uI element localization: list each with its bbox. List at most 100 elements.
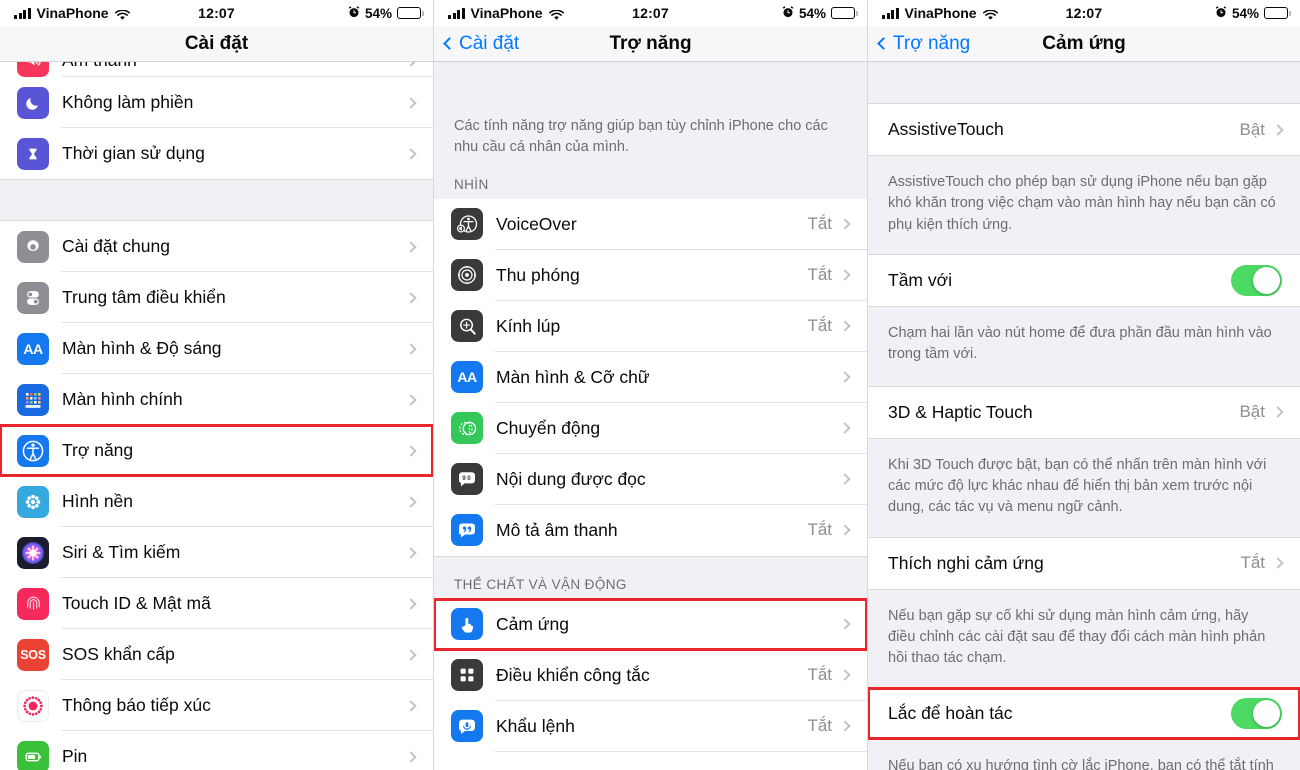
chevron-right-icon bbox=[1272, 557, 1284, 569]
list-item-trung-tam-dieu-khien[interactable]: Trung tâm điều khiển bbox=[0, 272, 433, 323]
settings-list-2[interactable]: Các tính năng trợ năng giúp bạn tùy chỉn… bbox=[434, 62, 867, 770]
chevron-right-icon bbox=[839, 720, 851, 732]
list-item-khau-lenh[interactable]: Khẩu lệnh Tắt bbox=[434, 700, 867, 752]
list-item-label: Chuyển động bbox=[496, 417, 601, 438]
alarm-clock-icon bbox=[782, 5, 794, 21]
list-item-lac-de-hoan-tac[interactable]: Lắc để hoàn tác bbox=[868, 687, 1300, 741]
chevron-right-icon bbox=[1272, 406, 1284, 418]
chevron-right-icon bbox=[839, 371, 851, 383]
list-item-man-hinh-co-chu[interactable]: AA Màn hình & Cỡ chữ bbox=[434, 351, 867, 403]
list-item-sos-khan-cap[interactable]: SOS SOS khẩn cấp bbox=[0, 629, 433, 680]
list-item-cai-dat-chung[interactable]: Cài đặt chung bbox=[0, 221, 433, 272]
phone-screen-settings: VinaPhone 12:07 54% Cài đặt Không làm ph… bbox=[0, 0, 434, 770]
chevron-left-icon bbox=[877, 37, 890, 50]
sos-icon: SOS bbox=[17, 638, 49, 671]
chevron-right-icon bbox=[405, 393, 417, 406]
list-item-tam-voi[interactable]: Tầm với bbox=[868, 254, 1300, 306]
status-bar-right-2: 54% bbox=[782, 5, 858, 21]
list-item-label: Nội dung được đọc bbox=[496, 468, 646, 489]
list-item-value: Tắt bbox=[807, 265, 832, 285]
list-item-man-hinh-chinh[interactable]: Màn hình chính bbox=[0, 374, 433, 425]
magnifier-icon bbox=[451, 310, 483, 343]
list-item-value: Tắt bbox=[807, 316, 832, 336]
list-item-assistivetouch[interactable]: AssistiveTouch Bật bbox=[868, 104, 1300, 155]
touch-hand-icon bbox=[451, 608, 483, 641]
list-item-am-thanh[interactable]: Âm thanh bbox=[0, 62, 433, 77]
chevron-right-icon bbox=[405, 62, 417, 67]
list-item-siri-tim-kiem[interactable]: Siri & Tìm kiếm bbox=[0, 527, 433, 578]
siri-icon bbox=[17, 536, 49, 569]
chevron-right-icon bbox=[839, 320, 851, 332]
list-item-thu-phong[interactable]: Thu phóng Tắt bbox=[434, 249, 867, 301]
note-3d-haptic-touch: Khi 3D Touch được bật, bạn có thể nhấn t… bbox=[868, 438, 1300, 537]
list-item-man-hinh-do-sang[interactable]: AA Màn hình & Độ sáng bbox=[0, 323, 433, 374]
list-item-thich-nghi-cam-ung[interactable]: Thích nghi cảm ứng Tắt bbox=[868, 537, 1300, 589]
list-item-chuyen-dong[interactable]: Chuyển động bbox=[434, 402, 867, 454]
chevron-left-icon bbox=[443, 37, 456, 50]
motion-icon bbox=[451, 412, 483, 445]
status-bar-right-3: 54% bbox=[1215, 5, 1291, 21]
home-screen-grid-icon bbox=[17, 383, 49, 416]
list-item-kinh-lup[interactable]: Kính lúp Tắt bbox=[434, 300, 867, 352]
status-bar-3: VinaPhone 12:07 54% bbox=[868, 0, 1300, 26]
back-button[interactable]: Cài đặt bbox=[434, 33, 519, 55]
list-item-value: Tắt bbox=[1240, 553, 1265, 572]
list-item-tro-nang[interactable]: Trợ năng bbox=[0, 424, 433, 477]
chevron-right-icon bbox=[405, 699, 417, 712]
battery-icon bbox=[831, 7, 858, 19]
chevron-right-icon bbox=[839, 218, 851, 230]
back-button-label: Cài đặt bbox=[459, 32, 520, 54]
list-item-voiceover[interactable]: VoiceOver Tắt bbox=[434, 198, 867, 250]
settings-list-1[interactable]: Âm thanh Không làm phiền Thời gian sử dụ… bbox=[0, 62, 433, 770]
list-item-touch-id-mat-ma[interactable]: Touch ID & Mật mã bbox=[0, 578, 433, 629]
phone-screen-accessibility: VinaPhone 12:07 54% Cài đặt Trợ năng Các… bbox=[434, 0, 868, 770]
display-brightness-aa-icon: AA bbox=[17, 332, 49, 365]
list-item-cam-ung[interactable]: Cảm ứng bbox=[434, 597, 867, 651]
list-item-hinh-nen[interactable]: Hình nền bbox=[0, 476, 433, 527]
list-item-thong-bao-tiep-xuc[interactable]: Thông báo tiếp xúc bbox=[0, 680, 433, 731]
intro-description: Các tính năng trợ năng giúp bạn tùy chỉn… bbox=[434, 102, 867, 175]
gear-icon bbox=[17, 230, 49, 263]
list-item-value: Bật bbox=[1239, 402, 1265, 422]
list-item-label: Kính lúp bbox=[496, 315, 561, 336]
list-item-label: Cài đặt chung bbox=[62, 236, 170, 256]
list-item-label: Điều khiển công tắc bbox=[496, 664, 650, 685]
back-button[interactable]: Trợ năng bbox=[868, 33, 970, 55]
list-item-label: Thời gian sử dụng bbox=[62, 143, 205, 163]
page-title: Cài đặt bbox=[184, 32, 249, 54]
list-item-pin[interactable]: Pin bbox=[0, 731, 433, 770]
voice-control-icon bbox=[451, 710, 483, 743]
list-item-label: Khẩu lệnh bbox=[496, 715, 575, 736]
list-item-label: Touch ID & Mật mã bbox=[62, 593, 211, 613]
list-item-label: Mô tả âm thanh bbox=[496, 519, 618, 540]
list-item-label: 3D & Haptic Touch bbox=[888, 401, 1033, 422]
wallpaper-flower-icon bbox=[17, 485, 49, 518]
list-item-3d-haptic-touch[interactable]: 3D & Haptic Touch Bật bbox=[868, 386, 1300, 438]
list-item-dieu-khien-cong-tac[interactable]: Điều khiển công tắc Tắt bbox=[434, 649, 867, 701]
list-item-label: Trung tâm điều khiển bbox=[62, 287, 226, 307]
list-item-thoi-gian-su-dung[interactable]: Thời gian sử dụng bbox=[0, 128, 433, 179]
list-item-mo-ta-am-thanh[interactable]: Mô tả âm thanh Tắt bbox=[434, 504, 867, 556]
battery-percent-label: 54% bbox=[1231, 5, 1259, 21]
list-item-label: SOS khẩn cấp bbox=[62, 644, 175, 664]
chevron-right-icon bbox=[839, 669, 851, 681]
screen-time-hourglass-icon bbox=[17, 137, 49, 170]
alarm-clock-icon bbox=[348, 5, 360, 21]
note-tam-voi: Chạm hai lần vào nút home để đưa phần đầ… bbox=[868, 306, 1300, 386]
list-item-khong-lam-phien[interactable]: Không làm phiền bbox=[0, 77, 433, 128]
control-center-toggles-icon bbox=[17, 281, 49, 314]
chevron-right-icon bbox=[839, 269, 851, 281]
note-lac-de-hoan-tac: Nếu bạn có xu hướng tình cờ lắc iPhone, … bbox=[868, 740, 1300, 770]
phone-screen-touch: VinaPhone 12:07 54% Trợ năng Cảm ứng Ass… bbox=[868, 0, 1300, 770]
lac-de-hoan-tac-toggle[interactable] bbox=[1231, 698, 1282, 730]
tam-voi-toggle[interactable] bbox=[1231, 264, 1282, 296]
spoken-content-icon: 90 bbox=[451, 463, 483, 496]
list-item-noi-dung-duoc-doc[interactable]: 90 Nội dung được đọc bbox=[434, 453, 867, 505]
chevron-right-icon bbox=[405, 342, 417, 355]
settings-list-3[interactable]: AssistiveTouch Bật AssistiveTouch cho ph… bbox=[868, 62, 1300, 770]
svg-text:9: 9 bbox=[462, 475, 466, 482]
list-item-value: Tắt bbox=[807, 665, 832, 685]
list-item-label: Trợ năng bbox=[62, 440, 134, 460]
list-item-label: Màn hình chính bbox=[62, 389, 183, 409]
list-item-label: Siri & Tìm kiếm bbox=[62, 542, 181, 562]
